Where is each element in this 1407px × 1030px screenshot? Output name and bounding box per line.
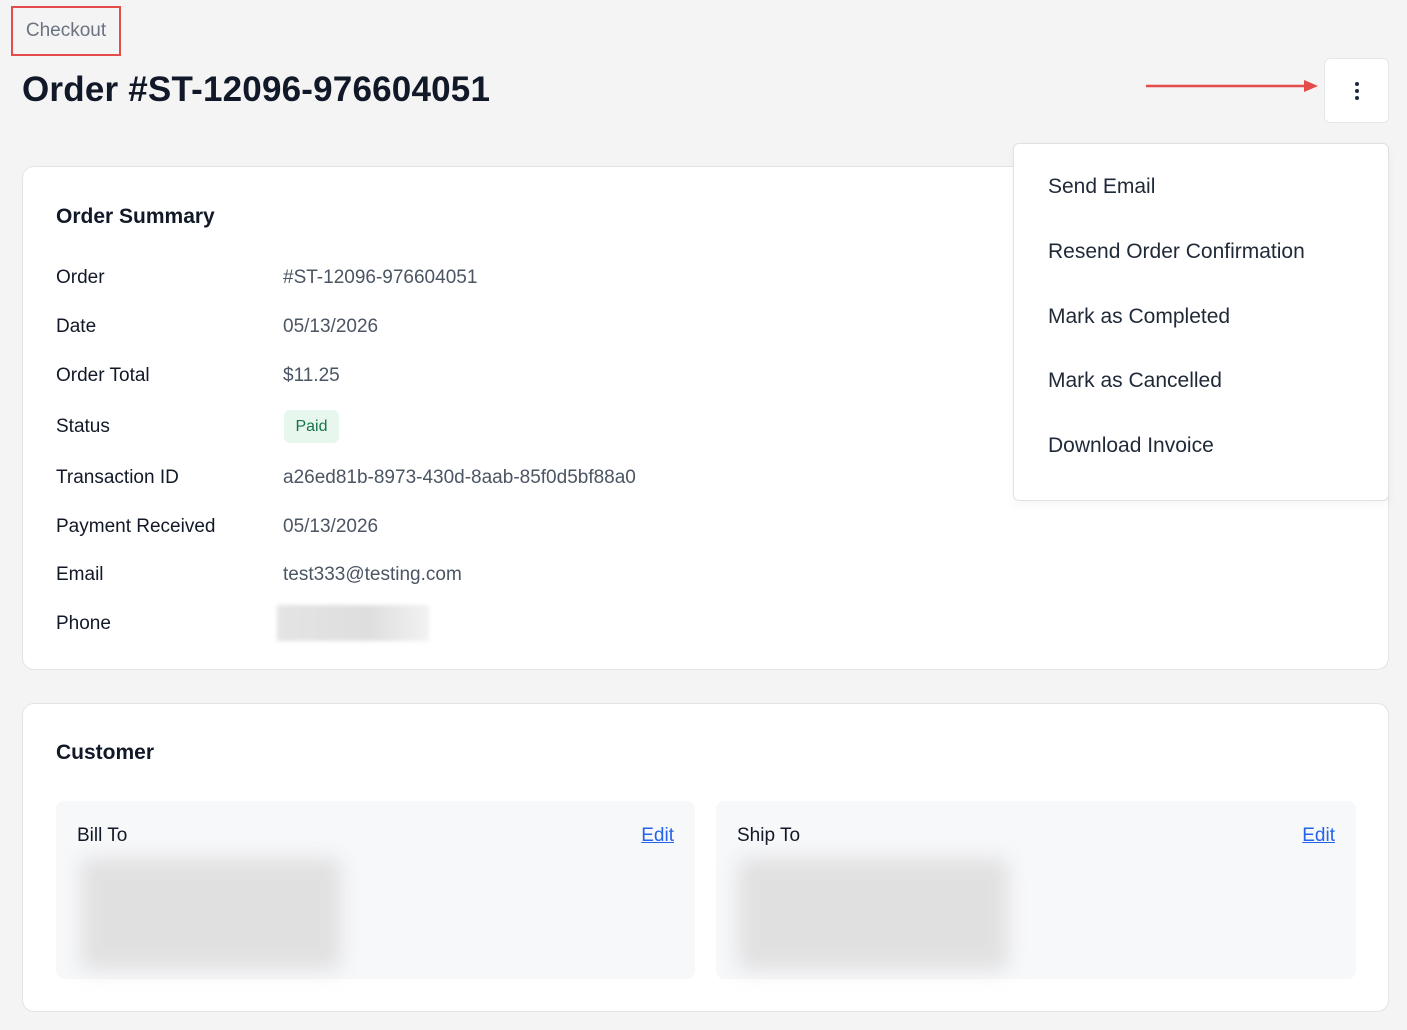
date-label: Date: [56, 316, 97, 337]
order-value: #ST-12096-976604051: [283, 267, 478, 288]
email-value: test333@testing.com: [283, 564, 462, 585]
bill-to-address-redacted: [81, 858, 341, 970]
menu-item-resend-order-confirmation[interactable]: Resend Order Confirmation: [1048, 240, 1305, 264]
ship-to-panel: Ship To Edit: [716, 801, 1356, 979]
breadcrumb-checkout[interactable]: Checkout: [26, 20, 106, 42]
order-total-label: Order Total: [56, 365, 150, 386]
customer-title: Customer: [56, 741, 155, 764]
more-actions-button[interactable]: [1324, 58, 1389, 123]
menu-item-mark-as-completed[interactable]: Mark as Completed: [1048, 305, 1230, 329]
status-badge: Paid: [284, 410, 339, 443]
ship-to-edit-link[interactable]: Edit: [1302, 825, 1335, 847]
payment-received-label: Payment Received: [56, 516, 216, 537]
order-total-value: $11.25: [283, 365, 340, 386]
menu-item-download-invoice[interactable]: Download Invoice: [1048, 434, 1214, 458]
transaction-id-value: a26ed81b-8973-430d-8aab-85f0d5bf88a0: [283, 467, 636, 488]
menu-item-send-email[interactable]: Send Email: [1048, 175, 1155, 199]
more-actions-menu: Send Email Resend Order Confirmation Mar…: [1013, 143, 1389, 501]
transaction-id-label: Transaction ID: [56, 467, 179, 488]
menu-item-mark-as-cancelled[interactable]: Mark as Cancelled: [1048, 369, 1222, 393]
order-label: Order: [56, 267, 105, 288]
bill-to-edit-link[interactable]: Edit: [641, 825, 674, 847]
customer-card: Customer Bill To Edit Ship To Edit: [22, 703, 1389, 1012]
vertical-ellipsis-icon: [1354, 81, 1359, 100]
ship-to-address-redacted: [738, 858, 1008, 970]
phone-label: Phone: [56, 613, 111, 634]
bill-to-title: Bill To: [77, 825, 128, 846]
email-label: Email: [56, 564, 104, 585]
breadcrumb[interactable]: Checkout: [11, 6, 121, 56]
order-summary-title: Order Summary: [56, 205, 215, 228]
arrow-right-icon: [1146, 80, 1318, 92]
ship-to-title: Ship To: [737, 825, 801, 846]
phone-value-redacted: [277, 605, 429, 641]
payment-received-value: 05/13/2026: [283, 516, 379, 537]
page-title: Order #ST-12096-976604051: [22, 70, 491, 109]
status-label: Status: [56, 416, 110, 437]
date-value: 05/13/2026: [283, 316, 379, 337]
bill-to-panel: Bill To Edit: [56, 801, 695, 979]
